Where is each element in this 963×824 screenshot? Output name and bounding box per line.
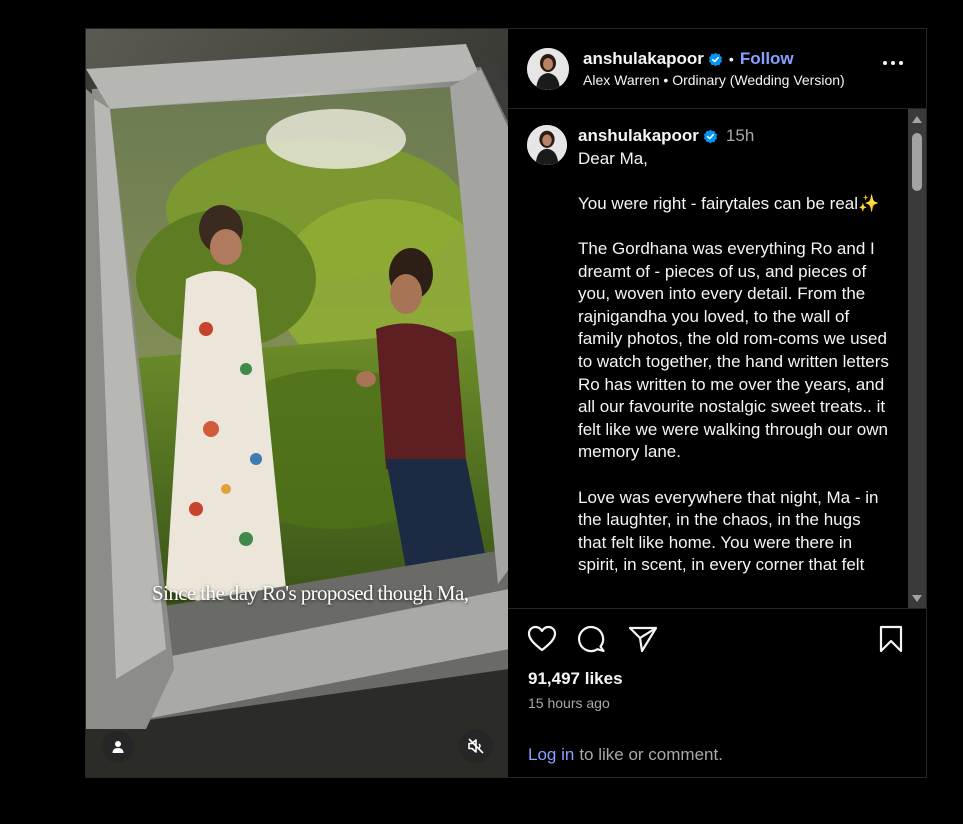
post-side-panel: anshulakapoor • Follow Alex Warren • Ord…	[508, 29, 926, 777]
video-subtitle: Since the day Ro's proposed though Ma,	[152, 581, 469, 605]
post-header: anshulakapoor • Follow Alex Warren • Ord…	[508, 29, 926, 109]
audio-artist[interactable]: Alex Warren	[583, 72, 660, 88]
login-prompt-text: to like or comment.	[579, 745, 723, 764]
caption-paragraph: You were right - fairytales can be real✨	[578, 193, 880, 213]
audio-separator: •	[663, 72, 669, 88]
video-frame	[86, 29, 508, 777]
caption-author-avatar[interactable]	[527, 125, 567, 165]
audio-track[interactable]: Ordinary (Wedding Version)	[672, 72, 844, 88]
header-separator: •	[728, 51, 734, 67]
tagged-users-button[interactable]	[102, 731, 134, 763]
comment-icon[interactable]	[577, 625, 607, 653]
heart-icon[interactable]	[527, 625, 557, 653]
post-time-ago[interactable]: 15 hours ago	[508, 695, 926, 711]
login-prompt: Log in to like or comment.	[508, 733, 927, 777]
profile-photo	[527, 125, 567, 165]
post-media[interactable]: Since the day Ro's proposed though Ma,	[86, 29, 508, 777]
author-username[interactable]: anshulakapoor	[583, 49, 704, 69]
verified-badge-icon	[708, 52, 723, 67]
caption-paragraph: Dear Ma,	[578, 148, 648, 168]
user-icon	[112, 741, 124, 753]
author-avatar[interactable]	[527, 47, 569, 90]
verified-badge-icon	[703, 129, 718, 144]
likes-count[interactable]: 91,497 likes	[508, 669, 926, 689]
scroll-up-arrow-icon[interactable]	[912, 116, 922, 123]
follow-button[interactable]: Follow	[740, 49, 794, 69]
caption-paragraph: Love was everywhere that night, Ma - in …	[578, 487, 879, 575]
caption-username[interactable]: anshulakapoor	[578, 125, 699, 148]
login-link[interactable]: Log in	[528, 745, 574, 765]
profile-photo	[527, 47, 569, 90]
mute-toggle-button[interactable]	[459, 729, 493, 763]
comments-panel[interactable]: anshulakapoor 15h Dear Ma, You were righ…	[508, 109, 926, 609]
scroll-down-arrow-icon[interactable]	[912, 595, 922, 602]
audio-attribution[interactable]: Alex Warren • Ordinary (Wedding Version)	[583, 72, 910, 88]
post-caption: anshulakapoor 15h Dear Ma, You were righ…	[508, 109, 926, 599]
share-icon[interactable]	[628, 625, 658, 653]
scrollbar-thumb[interactable]	[912, 133, 922, 191]
speaker-muted-icon	[468, 738, 484, 754]
more-options-icon[interactable]	[883, 61, 903, 65]
comments-scrollbar[interactable]	[908, 109, 926, 608]
bookmark-icon[interactable]	[878, 625, 904, 653]
caption-timestamp[interactable]: 15h	[726, 125, 754, 148]
post-actions	[508, 609, 926, 669]
caption-paragraph: The Gordhana was everything Ro and I dre…	[578, 238, 889, 462]
post-dialog: Since the day Ro's proposed though Ma, a…	[85, 28, 927, 778]
